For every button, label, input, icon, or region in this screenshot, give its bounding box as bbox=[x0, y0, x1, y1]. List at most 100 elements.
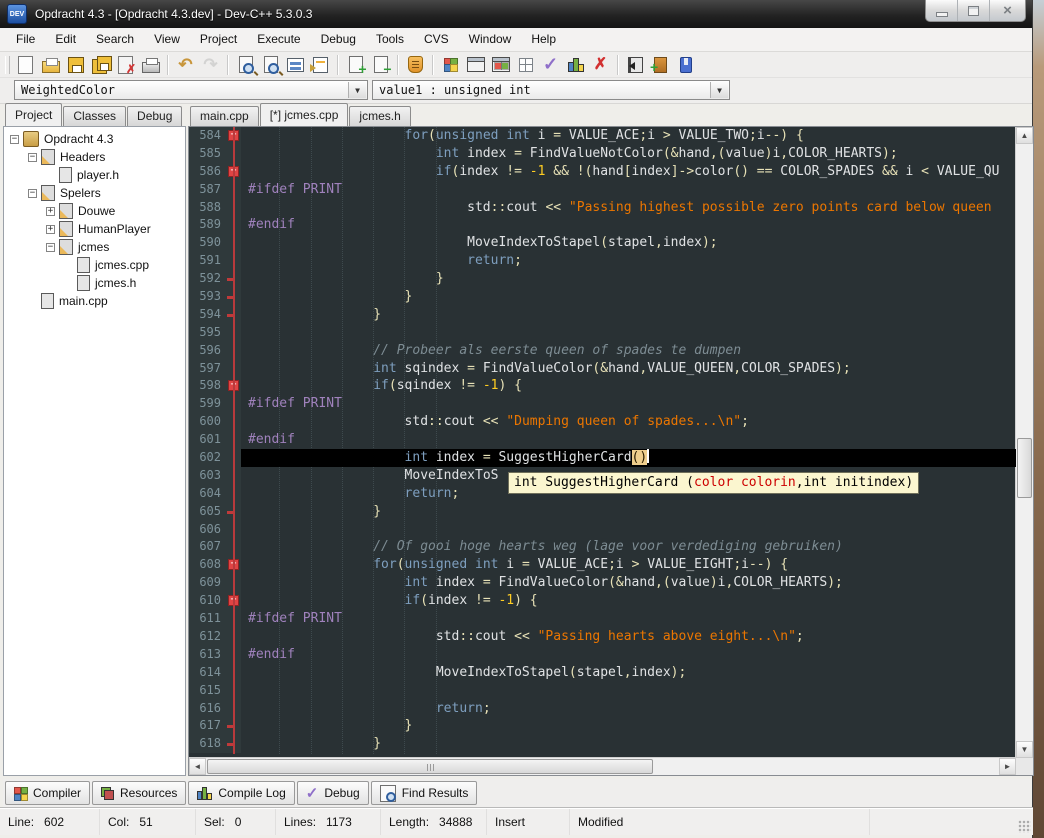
tree-item-jcmes.cpp[interactable]: jcmes.cpp bbox=[4, 256, 185, 274]
add-file-button[interactable]: + bbox=[343, 53, 368, 76]
line-number[interactable]: 616 bbox=[189, 700, 227, 718]
scroll-right-icon[interactable]: ► bbox=[999, 758, 1016, 775]
minimize-button[interactable] bbox=[926, 0, 957, 21]
add-bookmark-button[interactable]: + bbox=[648, 53, 673, 76]
menu-item-cvs[interactable]: CVS bbox=[414, 28, 459, 51]
code-line[interactable]: 589#endif bbox=[189, 216, 1016, 234]
tree-item-spelers[interactable]: −Spelers bbox=[4, 184, 185, 202]
line-number[interactable]: 605 bbox=[189, 503, 227, 521]
horizontal-scrollbar-thumb[interactable] bbox=[207, 759, 653, 774]
undo-button[interactable]: ↶ bbox=[173, 53, 198, 76]
line-number[interactable]: 594 bbox=[189, 306, 227, 324]
line-number[interactable]: 589 bbox=[189, 216, 227, 234]
line-number[interactable]: 592 bbox=[189, 270, 227, 288]
scroll-left-icon[interactable]: ◄ bbox=[189, 758, 206, 775]
code-line[interactable]: 614 MoveIndexToStapel(stapel,index); bbox=[189, 664, 1016, 682]
report-tab-compiler[interactable]: Compiler bbox=[5, 781, 90, 805]
code-line[interactable]: 606 bbox=[189, 521, 1016, 539]
code-line[interactable]: 615 bbox=[189, 682, 1016, 700]
run-button[interactable] bbox=[463, 53, 488, 76]
rebuild-button[interactable] bbox=[513, 53, 538, 76]
menu-item-edit[interactable]: Edit bbox=[45, 28, 86, 51]
resize-grip[interactable] bbox=[1018, 820, 1031, 833]
code-line[interactable]: 613#endif bbox=[189, 646, 1016, 664]
chevron-down-icon[interactable]: ▼ bbox=[710, 82, 728, 98]
tree-item-main.cpp[interactable]: main.cpp bbox=[4, 292, 185, 310]
line-number[interactable]: 588 bbox=[189, 199, 227, 217]
tree-item-opdracht-4.3[interactable]: −Opdracht 4.3 bbox=[4, 130, 185, 148]
compile-run-button[interactable] bbox=[488, 53, 513, 76]
code-line[interactable]: 617 } bbox=[189, 717, 1016, 735]
save-all-button[interactable] bbox=[88, 53, 113, 76]
code-line[interactable]: 605 } bbox=[189, 503, 1016, 521]
line-number[interactable]: 590 bbox=[189, 234, 227, 252]
code-line[interactable]: 608− for(unsigned int i = VALUE_ACE;i > … bbox=[189, 556, 1016, 574]
code-line[interactable]: 598− if(sqindex != -1) { bbox=[189, 377, 1016, 395]
code-line[interactable]: 587#ifdef PRINT bbox=[189, 181, 1016, 199]
tab-project[interactable]: Project bbox=[5, 103, 62, 126]
code-line[interactable]: 590 MoveIndexToStapel(stapel,index); bbox=[189, 234, 1016, 252]
line-number[interactable]: 599 bbox=[189, 395, 227, 413]
line-number[interactable]: 610 bbox=[189, 592, 227, 610]
remove-file-button[interactable]: − bbox=[368, 53, 393, 76]
line-number[interactable]: 603 bbox=[189, 467, 227, 485]
goto-line-button[interactable] bbox=[283, 53, 308, 76]
line-number[interactable]: 602 bbox=[189, 449, 227, 467]
line-number[interactable]: 607 bbox=[189, 538, 227, 556]
replace-button[interactable] bbox=[258, 53, 283, 76]
line-number[interactable]: 593 bbox=[189, 288, 227, 306]
line-number[interactable]: 584 bbox=[189, 127, 227, 145]
line-number[interactable]: 617 bbox=[189, 717, 227, 735]
syntax-check-button[interactable]: ✓ bbox=[538, 53, 563, 76]
expand-icon[interactable]: + bbox=[46, 207, 55, 216]
scroll-up-icon[interactable]: ▲ bbox=[1016, 127, 1033, 144]
code-line[interactable]: 588 std::cout << "Passing highest possib… bbox=[189, 199, 1016, 217]
report-tab-find-results[interactable]: Find Results bbox=[371, 781, 478, 805]
maximize-button[interactable] bbox=[957, 0, 989, 21]
menu-item-help[interactable]: Help bbox=[521, 28, 566, 51]
editor-tab--jcmes.cpp[interactable]: [*] jcmes.cpp bbox=[260, 103, 349, 126]
goto-function-button[interactable] bbox=[308, 53, 333, 76]
code-line[interactable]: 611#ifdef PRINT bbox=[189, 610, 1016, 628]
redo-button[interactable]: ↷ bbox=[198, 53, 223, 76]
chevron-down-icon[interactable]: ▼ bbox=[348, 82, 366, 98]
collapse-icon[interactable]: − bbox=[28, 189, 37, 198]
line-number[interactable]: 618 bbox=[189, 735, 227, 753]
find-button[interactable] bbox=[233, 53, 258, 76]
expand-icon[interactable]: + bbox=[46, 225, 55, 234]
line-number[interactable]: 613 bbox=[189, 646, 227, 664]
abort-button[interactable]: ✗ bbox=[588, 53, 613, 76]
code-line[interactable]: 601#endif bbox=[189, 431, 1016, 449]
collapse-icon[interactable]: − bbox=[46, 243, 55, 252]
tree-item-headers[interactable]: −Headers bbox=[4, 148, 185, 166]
class-combobox[interactable]: WeightedColor ▼ bbox=[14, 80, 368, 100]
code-line[interactable]: 596 // Probeer als eerste queen of spade… bbox=[189, 342, 1016, 360]
code-line[interactable]: 584− for(unsigned int i = VALUE_ACE;i > … bbox=[189, 127, 1016, 145]
editor-tab-main.cpp[interactable]: main.cpp bbox=[190, 106, 259, 126]
collapse-icon[interactable]: − bbox=[28, 153, 37, 162]
menu-item-file[interactable]: File bbox=[6, 28, 45, 51]
line-number[interactable]: 600 bbox=[189, 413, 227, 431]
line-number[interactable]: 598 bbox=[189, 377, 227, 395]
code-line[interactable]: 616 return; bbox=[189, 700, 1016, 718]
tree-item-humanplayer[interactable]: +HumanPlayer bbox=[4, 220, 185, 238]
toolbar-grip[interactable] bbox=[5, 56, 10, 74]
code-line[interactable]: 592 } bbox=[189, 270, 1016, 288]
code-line[interactable]: 586− if(index != -1 && !(hand[index]->co… bbox=[189, 163, 1016, 181]
close-button[interactable]: × bbox=[989, 0, 1025, 21]
code-line[interactable]: 610− if(index != -1) { bbox=[189, 592, 1016, 610]
menu-item-debug[interactable]: Debug bbox=[311, 28, 366, 51]
menu-item-search[interactable]: Search bbox=[86, 28, 144, 51]
vertical-scrollbar[interactable]: ▲ ▼ bbox=[1015, 127, 1033, 758]
goto-bookmark-button[interactable] bbox=[673, 53, 698, 76]
code-line[interactable]: 594 } bbox=[189, 306, 1016, 324]
print-button[interactable] bbox=[138, 53, 163, 76]
code-line[interactable]: 597 int sqindex = FindValueColor(&hand,V… bbox=[189, 360, 1016, 378]
code-area[interactable]: 584− for(unsigned int i = VALUE_ACE;i > … bbox=[189, 127, 1016, 758]
editor-tab-jcmes.h[interactable]: jcmes.h bbox=[349, 106, 410, 126]
tree-item-douwe[interactable]: +Douwe bbox=[4, 202, 185, 220]
line-number[interactable]: 591 bbox=[189, 252, 227, 270]
menu-item-execute[interactable]: Execute bbox=[247, 28, 310, 51]
report-tab-debug[interactable]: ✓Debug bbox=[297, 781, 369, 805]
insert-button[interactable] bbox=[623, 53, 648, 76]
